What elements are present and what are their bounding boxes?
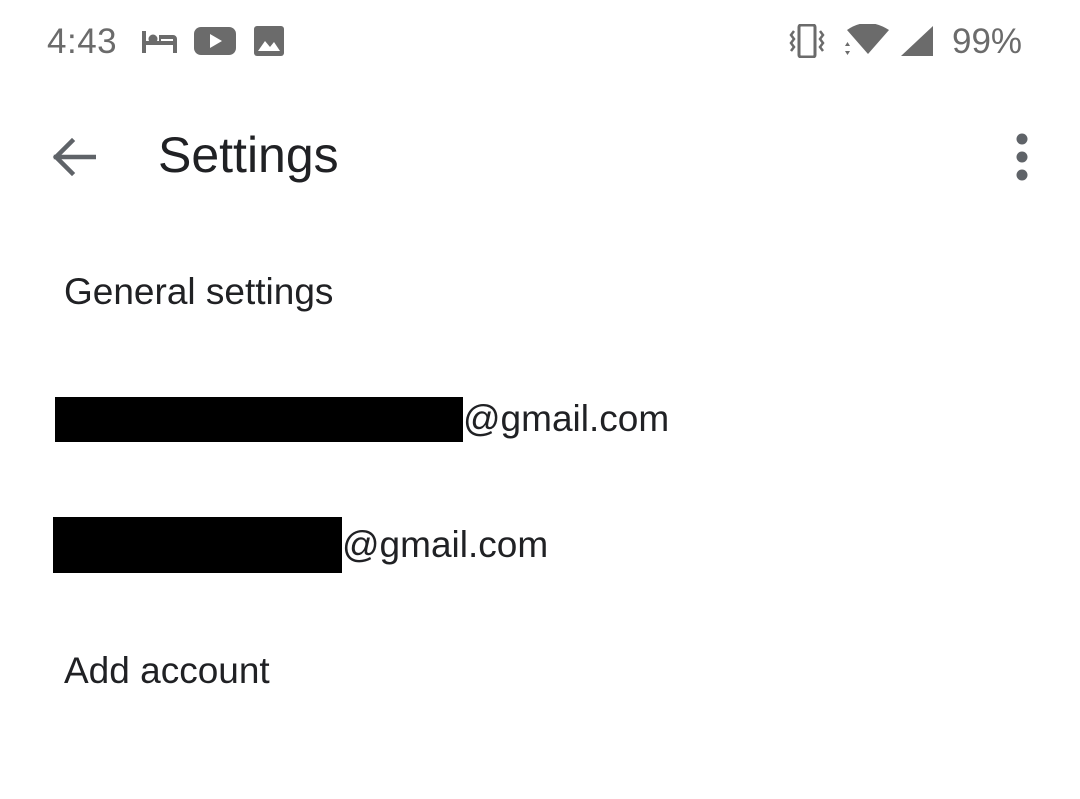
general-settings-item[interactable]: General settings (0, 228, 1080, 356)
cell-signal-icon (901, 26, 933, 56)
app-bar: Settings (0, 104, 1080, 208)
status-time: 4:43 (47, 22, 118, 61)
account-email-suffix: @gmail.com (342, 524, 549, 565)
add-account-label: Add account (64, 650, 270, 691)
status-bar: 4:43 99% (0, 0, 1080, 84)
bed-icon (142, 31, 177, 53)
redacted-email-username (55, 396, 463, 442)
youtube-icon (194, 27, 236, 55)
vibrate-icon (789, 24, 825, 58)
redacted-email-username (53, 517, 342, 573)
wifi-icon (845, 24, 889, 55)
page-title: Settings (158, 127, 339, 183)
back-button[interactable] (40, 124, 106, 190)
settings-list: General settings @gmail.com @gmail.com A… (0, 228, 1080, 734)
battery-percent: 99% (952, 22, 1023, 61)
account-item[interactable]: @gmail.com (0, 356, 1080, 482)
add-account-item[interactable]: Add account (0, 608, 1080, 734)
account-item[interactable]: @gmail.com (0, 482, 1080, 608)
more-options-button[interactable] (998, 124, 1046, 190)
arrow-back-icon (52, 137, 96, 177)
account-email-suffix: @gmail.com (463, 398, 670, 439)
image-icon (254, 26, 284, 56)
general-settings-label: General settings (64, 271, 334, 312)
more-vert-icon (1016, 133, 1028, 181)
